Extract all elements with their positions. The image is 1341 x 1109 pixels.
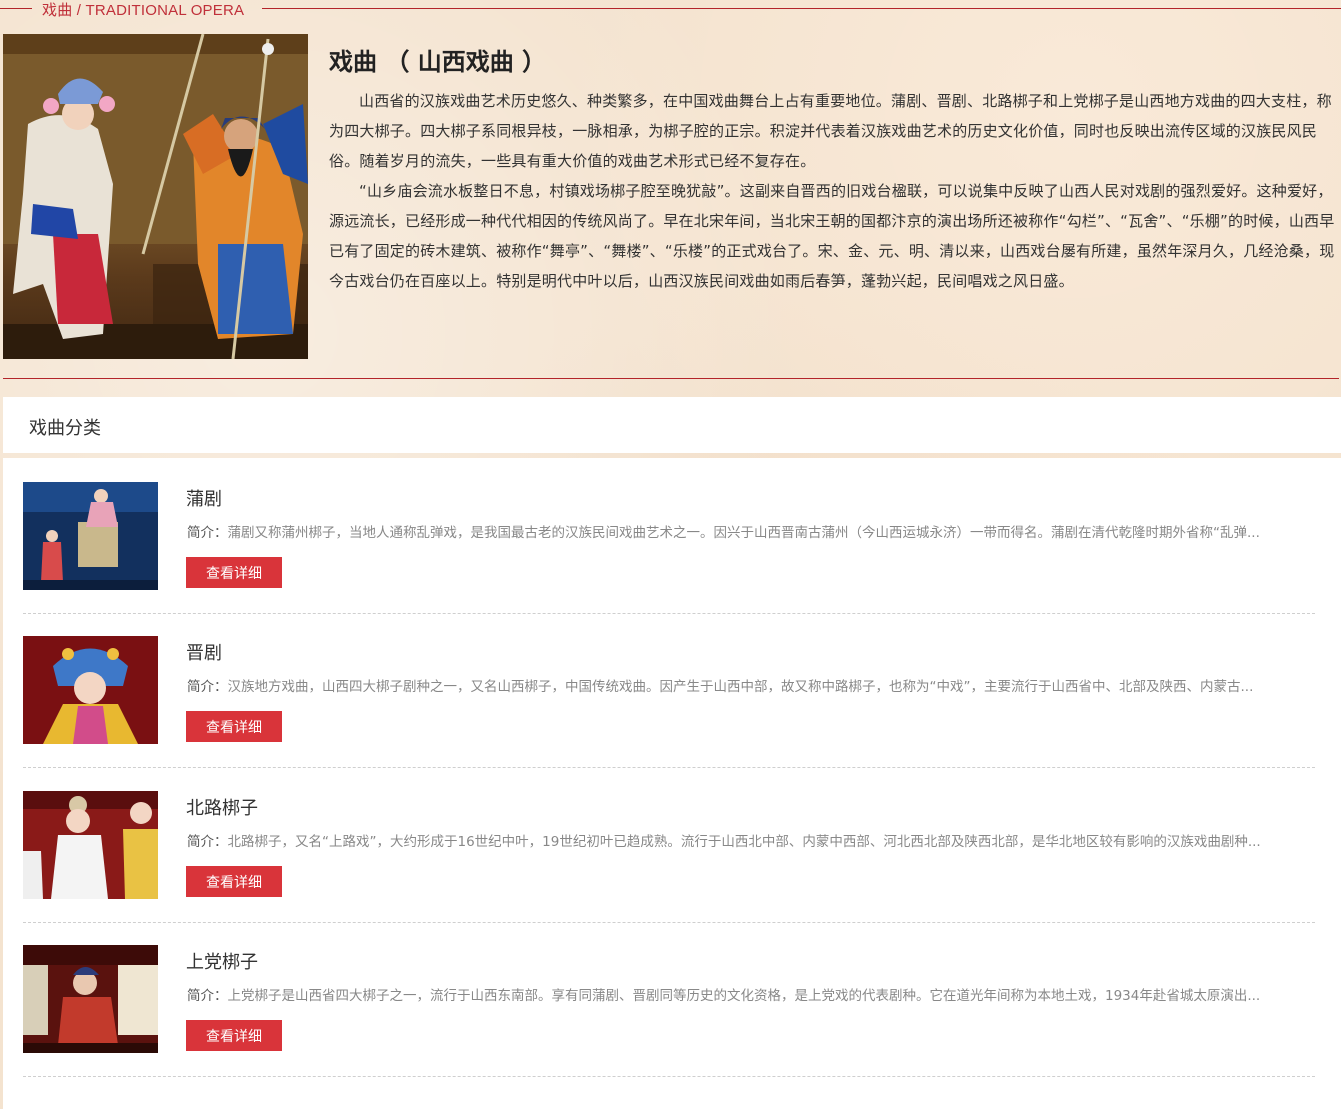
opera-name[interactable]: 蒲剧 bbox=[186, 485, 222, 511]
intro-body: 山西省的汉族戏曲艺术历史悠久、种类繁多，在中国戏曲舞台上占有重要地位。蒲剧、晋剧… bbox=[329, 86, 1339, 296]
opera-thumbnail-jinju[interactable] bbox=[23, 636, 158, 744]
opera-thumbnail-beilu-bangzi[interactable] bbox=[23, 791, 158, 899]
section-heading: 戏曲 / TRADITIONAL OPERA bbox=[0, 0, 1341, 19]
list-item: 北路梆子 简介：北路梆子，又名“上路戏”，大约形成于16世纪中叶，19世纪初叶已… bbox=[23, 791, 1315, 923]
list-item: 晋剧 简介：汉族地方戏曲，山西四大梆子剧种之一，又名山西梆子，中国传统戏曲。因产… bbox=[23, 636, 1315, 768]
intro-paragraph: 山西省的汉族戏曲艺术历史悠久、种类繁多，在中国戏曲舞台上占有重要地位。蒲剧、晋剧… bbox=[329, 92, 1332, 170]
desc-text: 上党梆子是山西省四大梆子之一，流行于山西东南部。享有同蒲剧、晋剧同等历史的文化资… bbox=[227, 988, 1261, 1004]
desc-text: 汉族地方戏曲，山西四大梆子剧种之一，又名山西梆子，中国传统戏曲。因产生于山西中部… bbox=[227, 679, 1254, 695]
desc-prefix: 简介： bbox=[187, 988, 228, 1004]
intro-opera-photo bbox=[3, 34, 308, 359]
heading-line-left bbox=[0, 8, 32, 9]
opera-description: 简介：汉族地方戏曲，山西四大梆子剧种之一，又名山西梆子，中国传统戏曲。因产生于山… bbox=[187, 675, 1307, 695]
opera-thumbnail-puju[interactable] bbox=[23, 482, 158, 590]
list-item: 上党梆子 简介：上党梆子是山西省四大梆子之一，流行于山西东南部。享有同蒲剧、晋剧… bbox=[23, 945, 1315, 1077]
category-header: 戏曲分类 bbox=[3, 397, 1341, 453]
opera-thumbnail-shangdang-bangzi[interactable] bbox=[23, 945, 158, 1053]
puju-photo bbox=[23, 482, 158, 590]
beilu-bangzi-photo bbox=[23, 791, 158, 899]
shangdang-bangzi-photo bbox=[23, 945, 158, 1053]
desc-text: 北路梆子，又名“上路戏”，大约形成于16世纪中叶，19世纪初叶已趋成熟。流行于山… bbox=[227, 834, 1261, 850]
category-title: 戏曲分类 bbox=[29, 418, 101, 439]
desc-prefix: 简介： bbox=[187, 679, 228, 695]
section-heading-label: 戏曲 / TRADITIONAL OPERA bbox=[42, 2, 245, 19]
opera-name[interactable]: 北路梆子 bbox=[186, 794, 258, 820]
heading-line-right bbox=[262, 8, 1341, 9]
desc-prefix: 简介： bbox=[187, 834, 228, 850]
opera-description: 简介：上党梆子是山西省四大梆子之一，流行于山西东南部。享有同蒲剧、晋剧同等历史的… bbox=[187, 984, 1307, 1004]
opera-list: 蒲剧 简介：蒲剧又称蒲州梆子，当地人通称乱弹戏，是我国最古老的汉族民间戏曲艺术之… bbox=[3, 458, 1341, 1109]
opera-description: 简介：北路梆子，又名“上路戏”，大约形成于16世纪中叶，19世纪初叶已趋成熟。流… bbox=[187, 830, 1307, 850]
view-details-button[interactable]: 查看详细 bbox=[186, 866, 282, 897]
opera-name[interactable]: 上党梆子 bbox=[186, 948, 258, 974]
intro-title: 戏曲 （ 山西戏曲 ） bbox=[329, 48, 547, 76]
jinju-photo bbox=[23, 636, 158, 744]
view-details-button[interactable]: 查看详细 bbox=[186, 1020, 282, 1051]
view-details-button[interactable]: 查看详细 bbox=[186, 557, 282, 588]
intro-paragraph: “山乡庙会流水板整日不息，村镇戏场梆子腔至晚犹敲”。这副来自晋西的旧戏台楹联，可… bbox=[329, 182, 1335, 290]
list-item: 蒲剧 简介：蒲剧又称蒲州梆子，当地人通称乱弹戏，是我国最古老的汉族民间戏曲艺术之… bbox=[23, 482, 1315, 614]
opera-description: 简介：蒲剧又称蒲州梆子，当地人通称乱弹戏，是我国最古老的汉族民间戏曲艺术之一。因… bbox=[187, 521, 1307, 541]
section-divider bbox=[3, 378, 1339, 379]
opera-performers-illustration bbox=[3, 34, 308, 359]
opera-name[interactable]: 晋剧 bbox=[186, 639, 222, 665]
desc-text: 蒲剧又称蒲州梆子，当地人通称乱弹戏，是我国最古老的汉族民间戏曲艺术之一。因兴于山… bbox=[227, 525, 1260, 541]
desc-prefix: 简介： bbox=[187, 525, 228, 541]
view-details-button[interactable]: 查看详细 bbox=[186, 711, 282, 742]
